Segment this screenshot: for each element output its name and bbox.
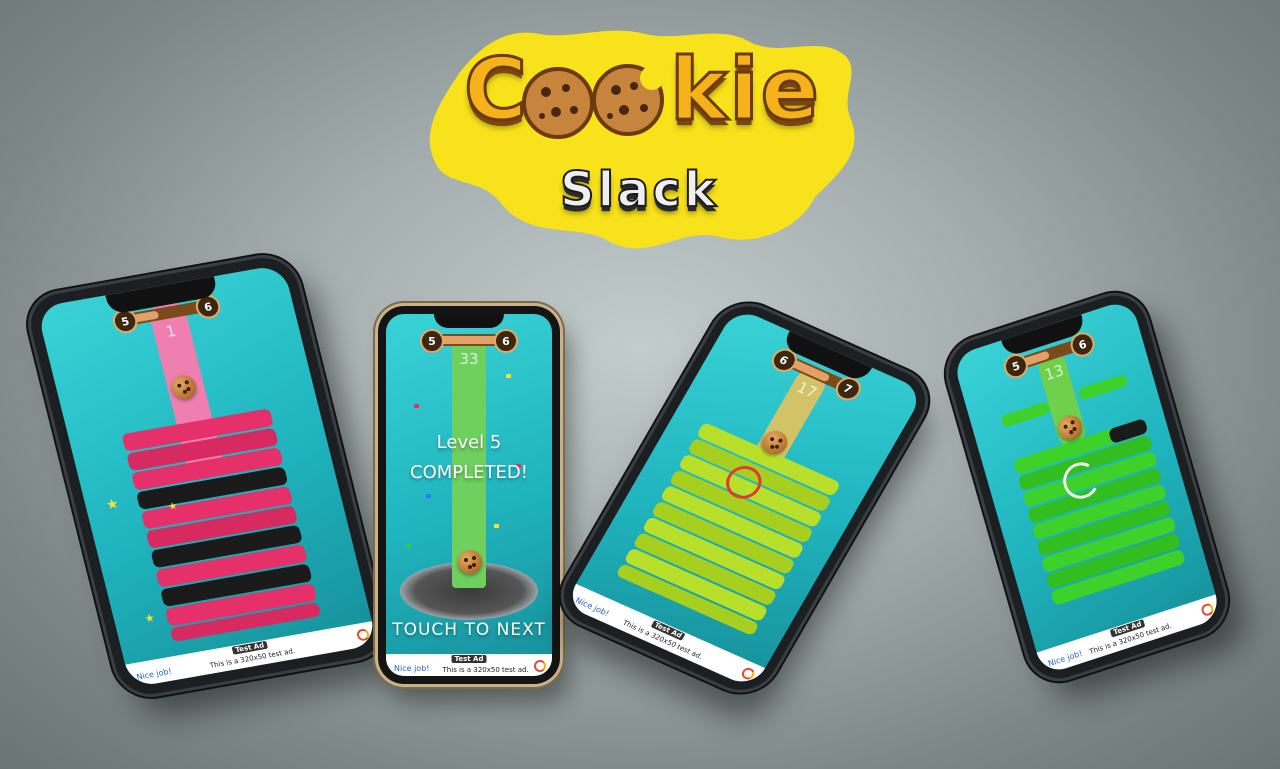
confetti — [506, 374, 511, 378]
ad-tag: Test Ad — [451, 655, 487, 663]
touch-to-next-button[interactable]: TOUCH TO NEXT — [386, 619, 552, 641]
phone-mockup-2: 5 6 33 Level 5 COMPLETED! TOUCH TO NEXT … — [378, 306, 560, 684]
confetti — [426, 494, 431, 498]
tower-slab — [1000, 400, 1052, 428]
star-icon: ★ — [143, 611, 157, 626]
level-progress-bar: 5 6 — [420, 329, 518, 353]
ad-banner[interactable]: Nice job! Test Ad This is a 320x50 test … — [386, 654, 552, 676]
tower-slab — [1077, 373, 1129, 401]
level-completed-subtitle: COMPLETED! — [410, 462, 528, 483]
logo-word-end: kie — [669, 39, 821, 142]
game-screen-1[interactable]: 5 6 1 ★ ★ ★ Nice job! Test Ad This is a … — [36, 264, 378, 688]
confetti — [406, 544, 411, 548]
phone-mockup-4: 5 6 13 Nice job! Test Ad This is a 320x5… — [940, 286, 1234, 688]
level-completed-title: Level 5 — [436, 432, 502, 453]
phone-mockup-3: 6 7 17 Nice job! Test Ad This is a 320x5… — [551, 295, 938, 701]
ad-text: This is a 320x50 test ad. — [442, 666, 529, 674]
phone-mockup-1: 5 6 1 ★ ★ ★ Nice job! Test Ad This is a … — [23, 252, 391, 700]
star-icon: ★ — [104, 495, 121, 514]
game-screen-4[interactable]: 5 6 13 Nice job! Test Ad This is a 320x5… — [951, 298, 1223, 676]
game-screen-2[interactable]: 5 6 33 Level 5 COMPLETED! TOUCH TO NEXT … — [386, 314, 552, 676]
ad-logo-icon — [355, 627, 371, 642]
score-counter: 33 — [459, 350, 479, 368]
ad-logo-icon — [534, 660, 546, 672]
logo-cookies-icon — [522, 64, 664, 139]
ad-logo-icon — [1200, 602, 1215, 618]
cookie-ball — [458, 550, 482, 574]
game-logo: C kie Slack — [420, 12, 870, 257]
ad-banner[interactable]: Nice job! Test Ad This is a 320x50 test … — [125, 621, 378, 688]
game-screen-3[interactable]: 6 7 17 Nice job! Test Ad This is a 320x5… — [563, 306, 926, 690]
ad-logo-icon — [739, 666, 757, 682]
ad-nice-job: Nice job! — [394, 664, 430, 673]
ad-nice-job: Nice job! — [573, 595, 611, 619]
ad-banner[interactable]: Nice job! Test Ad This is a 320x50 test … — [1036, 594, 1223, 676]
ad-nice-job: Nice job! — [1047, 648, 1084, 669]
ad-nice-job: Nice job! — [135, 666, 173, 682]
phone-notch — [434, 314, 504, 328]
confetti — [494, 524, 499, 528]
logo-subtitle: Slack — [559, 161, 719, 219]
confetti — [414, 404, 419, 408]
